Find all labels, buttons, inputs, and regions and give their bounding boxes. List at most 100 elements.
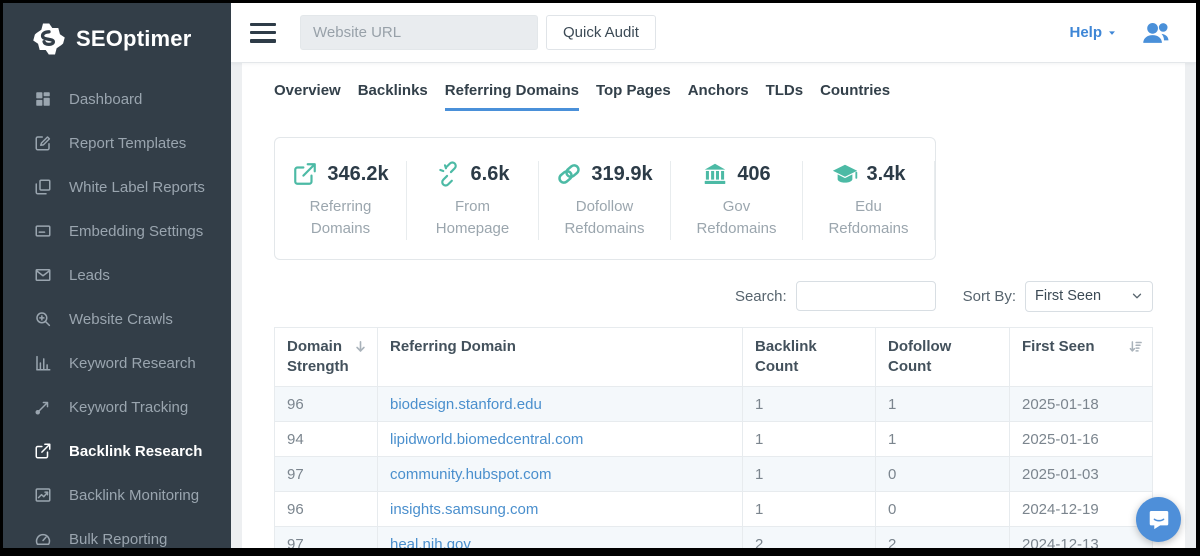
- sidebar-item[interactable]: Embedding Settings: [3, 209, 231, 253]
- hamburger-menu-icon[interactable]: [250, 23, 276, 43]
- stat-label: From Homepage: [413, 196, 532, 240]
- table-search-input[interactable]: [796, 281, 936, 311]
- table-header-row: Domain Strength Referring Domain Backlin…: [275, 327, 1153, 387]
- tab-label: TLDs: [766, 82, 804, 99]
- dofollow-count-cell: 0: [876, 457, 1010, 492]
- sidebar-item[interactable]: Keyword Tracking: [3, 385, 231, 429]
- card-icon: [34, 222, 52, 240]
- quick-audit-button[interactable]: Quick Audit: [546, 15, 656, 50]
- dofollow-count-cell: 1: [876, 387, 1010, 422]
- sidebar-item-label: Keyword Tracking: [69, 399, 188, 416]
- stat-value: 6.6k: [471, 163, 510, 186]
- table-row: 94 lipidworld.biomedcentral.com 1 1 2025…: [275, 422, 1153, 457]
- no-icon[interactable]: [718, 339, 733, 354]
- main-area: Quick Audit Help Overview Backlinks Refe…: [231, 3, 1196, 548]
- bar-chart-icon: [34, 354, 52, 372]
- sidebar-item-label: Backlink Research: [69, 443, 202, 460]
- sidebar-item[interactable]: Report Templates: [3, 121, 231, 165]
- first-seen-cell: 2025-01-03: [1010, 457, 1153, 492]
- sidebar-item-label: Keyword Research: [69, 355, 196, 372]
- sidebar-item[interactable]: White Label Reports: [3, 165, 231, 209]
- referring-domain-link[interactable]: biodesign.stanford.edu: [390, 396, 542, 413]
- stat-value: 406: [737, 163, 770, 186]
- seoptimer-gear-icon: [31, 21, 67, 57]
- table-row: 96 insights.samsung.com 1 0 2024-12-19: [275, 492, 1153, 527]
- app-window: SEOptimer Dashboard Report Templates Whi…: [0, 0, 1200, 556]
- topbar: Quick Audit Help: [231, 3, 1196, 63]
- stat-label: Referring Domains: [281, 196, 400, 240]
- caret-down-icon: [1107, 28, 1117, 38]
- stat-value: 319.9k: [591, 163, 652, 186]
- tab[interactable]: Anchors: [688, 82, 749, 111]
- column-header-label: Referring Domain: [390, 338, 516, 355]
- referring-domains-table: Domain Strength Referring Domain Backlin…: [274, 327, 1153, 549]
- referring-domain-link[interactable]: lipidworld.biomedcentral.com: [390, 431, 583, 448]
- referring-domain-link[interactable]: community.hubspot.com: [390, 466, 551, 483]
- stat-card: 3.4k Edu Refdomains: [803, 161, 935, 240]
- chat-bubble-icon: [1147, 508, 1171, 532]
- sidebar-item[interactable]: Backlink Research: [3, 429, 231, 473]
- stat-value: 3.4k: [867, 163, 906, 186]
- stat-card: 6.6k From Homepage: [407, 161, 539, 240]
- tab[interactable]: Backlinks: [358, 82, 428, 111]
- edit-icon: [34, 134, 52, 152]
- sidebar-item-label: Leads: [69, 267, 110, 284]
- tab[interactable]: Countries: [820, 82, 890, 111]
- sidebar-item-label: Report Templates: [69, 135, 186, 152]
- help-menu[interactable]: Help: [1069, 24, 1117, 41]
- column-header[interactable]: Dofollow Count: [876, 327, 1010, 387]
- users-icon[interactable]: [1139, 19, 1172, 47]
- column-header[interactable]: First Seen: [1010, 327, 1153, 387]
- brand-logo[interactable]: SEOptimer: [3, 3, 231, 71]
- stat-value: 346.2k: [327, 163, 388, 186]
- sidebar-item-label: Website Crawls: [69, 311, 173, 328]
- sidebar-item-label: Bulk Reporting: [69, 531, 167, 548]
- chevron-down-icon: [1131, 290, 1143, 302]
- first-seen-cell: 2024-12-13: [1010, 527, 1153, 549]
- stats-summary: 346.2k Referring Domains 6.6k From Homep…: [274, 137, 936, 260]
- external-link-icon: [34, 442, 52, 460]
- sidebar-item[interactable]: Keyword Research: [3, 341, 231, 385]
- tab[interactable]: TLDs: [766, 82, 804, 111]
- column-header[interactable]: Referring Domain: [378, 327, 743, 387]
- website-url-input[interactable]: [300, 15, 538, 50]
- brand-name: SEOptimer: [76, 26, 192, 52]
- referring-domain-link[interactable]: heal.nih.gov: [390, 536, 471, 549]
- tab[interactable]: Top Pages: [596, 82, 671, 111]
- sort-by-value: First Seen: [1035, 288, 1101, 304]
- broken-link-icon: [436, 161, 462, 187]
- sidebar-item[interactable]: Leads: [3, 253, 231, 297]
- backlink-count-cell: 1: [743, 457, 876, 492]
- sidebar-item[interactable]: Backlink Monitoring: [3, 473, 231, 517]
- link-icon: [556, 161, 582, 187]
- table-row: 97 heal.nih.gov 2 2 2024-12-13: [275, 527, 1153, 549]
- no-icon[interactable]: [985, 339, 1000, 354]
- sort-by-select[interactable]: First Seen: [1025, 281, 1153, 312]
- referring-domain-link[interactable]: insights.samsung.com: [390, 501, 538, 518]
- domain-strength-cell: 94: [275, 422, 378, 457]
- column-header[interactable]: Backlink Count: [743, 327, 876, 387]
- content-background: Overview Backlinks Referring Domains Top…: [231, 63, 1196, 548]
- dofollow-count-cell: 1: [876, 422, 1010, 457]
- pages-icon: [34, 178, 52, 196]
- sidebar-item[interactable]: Website Crawls: [3, 297, 231, 341]
- domain-strength-cell: 96: [275, 387, 378, 422]
- dashboard-icon: [34, 90, 52, 108]
- table-row: 97 community.hubspot.com 1 0 2025-01-03: [275, 457, 1153, 492]
- external-link-icon: [292, 161, 318, 187]
- chat-launcher-button[interactable]: [1136, 497, 1181, 542]
- column-header[interactable]: Domain Strength: [275, 327, 378, 387]
- no-icon[interactable]: [851, 339, 866, 354]
- tab[interactable]: Referring Domains: [445, 82, 579, 111]
- sort-down-icon[interactable]: [353, 339, 368, 354]
- stat-label: Gov Refdomains: [677, 196, 796, 240]
- tab-label: Anchors: [688, 82, 749, 99]
- sort-amount-icon[interactable]: [1128, 339, 1143, 354]
- tab[interactable]: Overview: [274, 82, 341, 111]
- report-tabs: Overview Backlinks Referring Domains Top…: [274, 82, 1153, 111]
- tab-label: Top Pages: [596, 82, 671, 99]
- domain-strength-cell: 97: [275, 527, 378, 549]
- sidebar-item[interactable]: Dashboard: [3, 77, 231, 121]
- column-header-label: Dofollow Count: [888, 338, 951, 375]
- sidebar-item[interactable]: Bulk Reporting: [3, 517, 231, 556]
